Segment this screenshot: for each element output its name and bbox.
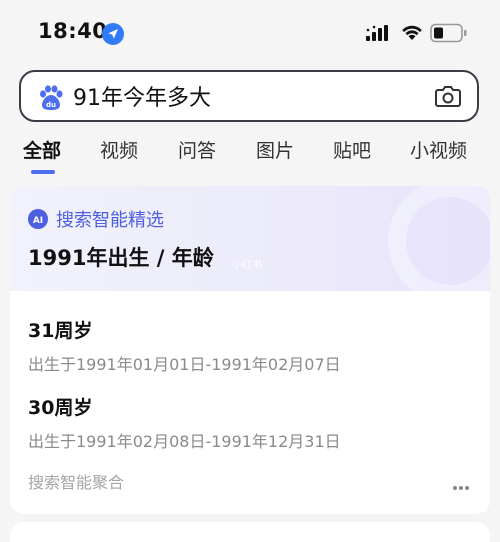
ai-badge-icon: AI <box>27 208 49 234</box>
ai-header-label: 搜索智能精选 <box>56 210 164 231</box>
ai-answer-card: AI 搜索智能精选 1991年出生 / 年龄 小红书 31周岁 出生于1991年… <box>10 186 490 514</box>
card-title: 1991年出生 / 年龄 <box>28 246 214 270</box>
battery-icon <box>430 23 468 47</box>
age-result-title: 30周岁 <box>28 397 93 419</box>
tab-tieba[interactable]: 贴吧 <box>333 136 371 163</box>
tab-images[interactable]: 图片 <box>256 136 294 163</box>
next-result-card <box>10 522 490 542</box>
search-box[interactable]: du <box>19 70 479 122</box>
age-result-range: 出生于1991年01月01日-1991年02月07日 <box>28 355 341 374</box>
ai-watermark-graphic <box>388 186 490 291</box>
cellular-signal-icon <box>366 25 392 45</box>
age-result-range: 出生于1991年02月08日-1991年12月31日 <box>28 432 341 451</box>
xiaohongshu-watermark: 小红书 <box>232 260 262 271</box>
tab-qa[interactable]: 问答 <box>178 136 216 163</box>
status-bar: 18:40 <box>0 0 500 64</box>
tab-all[interactable]: 全部 <box>23 136 61 163</box>
search-input[interactable] <box>73 80 413 112</box>
active-tab-indicator <box>31 170 55 174</box>
ai-badge-text: AI <box>33 216 43 226</box>
more-options-icon[interactable] <box>452 476 470 495</box>
tab-video[interactable]: 视频 <box>100 136 138 163</box>
search-tabs: 全部 视频 问答 图片 贴吧 小视频 <box>0 136 500 176</box>
status-time: 18:40 <box>38 19 108 43</box>
age-result-title: 31周岁 <box>28 320 93 342</box>
baidu-paw-icon: du <box>37 84 65 116</box>
camera-icon[interactable] <box>434 83 462 113</box>
svg-text:du: du <box>46 101 56 109</box>
aggregate-source-label: 搜索智能聚合 <box>28 473 125 492</box>
ai-card-header: AI 搜索智能精选 1991年出生 / 年龄 小红书 <box>10 186 490 291</box>
tab-short-video[interactable]: 小视频 <box>410 136 467 163</box>
location-arrow-icon <box>101 22 125 46</box>
wifi-icon <box>400 22 424 46</box>
